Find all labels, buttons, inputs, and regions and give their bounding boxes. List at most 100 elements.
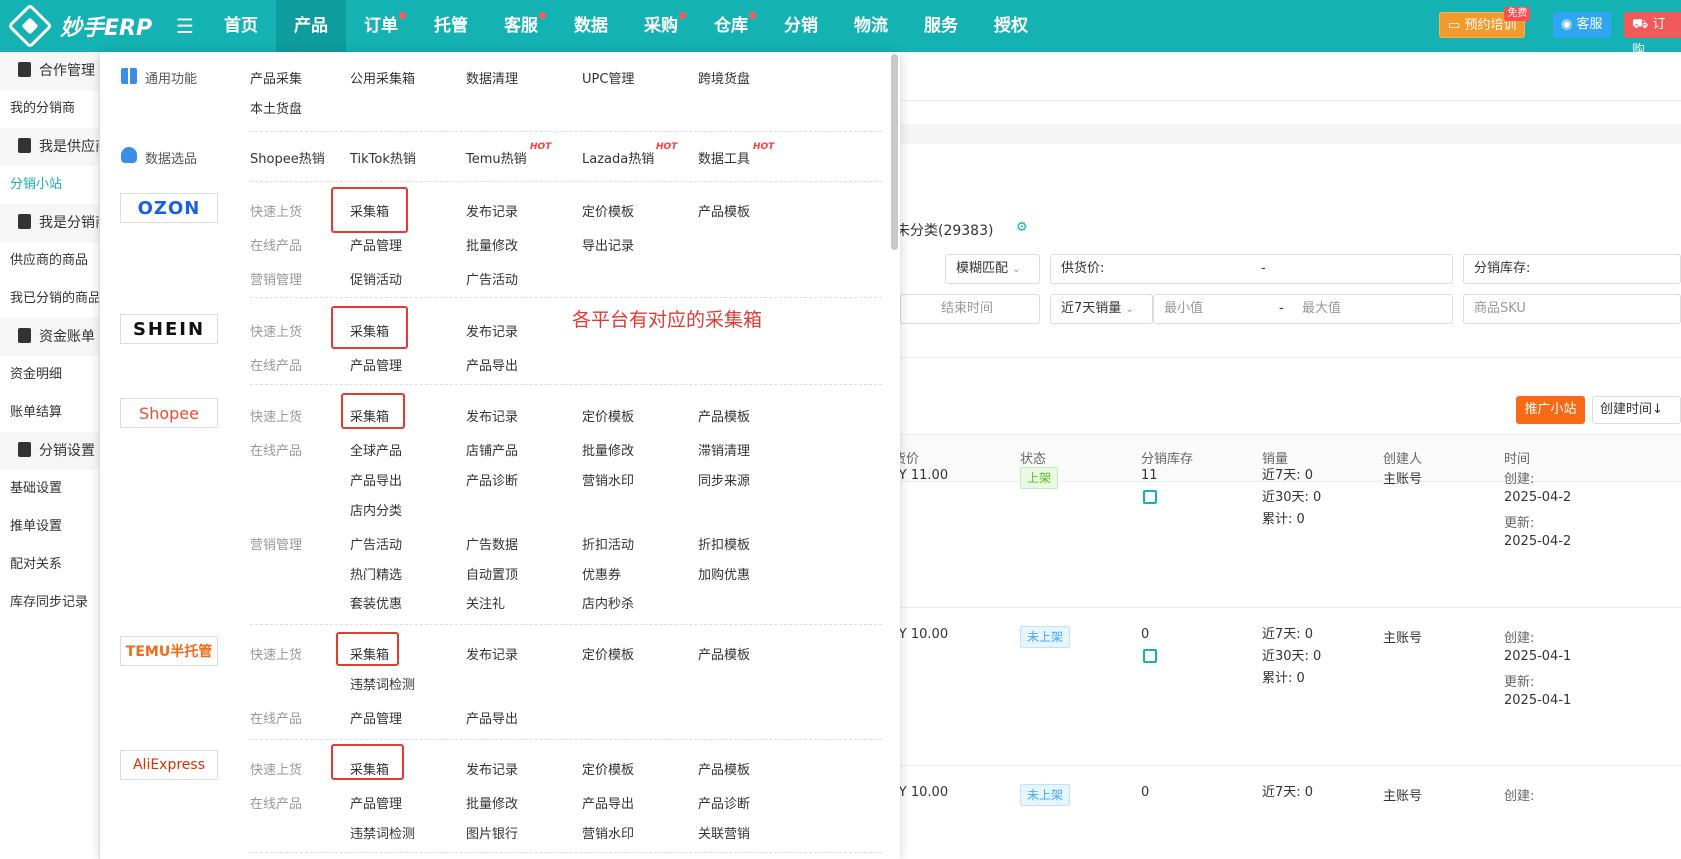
edit-stock-icon[interactable] [1143, 490, 1157, 504]
aliexpress-online_items-1[interactable]: 批量修改 [466, 793, 518, 812]
distribution-stock-range[interactable]: 分销库存: [1463, 254, 1681, 284]
temu-quick_items-1[interactable]: 发布记录 [466, 644, 518, 663]
ozon-marketing_items-0[interactable]: 促销活动 [350, 269, 402, 288]
supply-price-range[interactable]: 供货价: - [1050, 254, 1453, 284]
nav-item-10[interactable]: 服务 [906, 0, 976, 52]
sidebar-item-13[interactable]: 配对关系 [0, 546, 99, 584]
general-item-1[interactable]: 公用采集箱 [350, 68, 415, 87]
sidebar-section-2[interactable]: 我是供应商 [0, 128, 99, 166]
shopee-quick_items-2[interactable]: 定价模板 [582, 406, 634, 425]
temu-logo[interactable]: TEMU半托管 [120, 636, 218, 666]
shopee-quick_items-3[interactable]: 产品模板 [698, 406, 750, 425]
aliexpress-online_items-2[interactable]: 产品导出 [582, 793, 634, 812]
ozon-quick_items-2[interactable]: 定价模板 [582, 201, 634, 220]
shopee-online_items-7[interactable]: 同步来源 [698, 470, 750, 489]
sort-select[interactable]: 创建时间↓ [1592, 396, 1681, 424]
ozon-quick_items-3[interactable]: 产品模板 [698, 201, 750, 220]
ozon-marketing_items-1[interactable]: 广告活动 [466, 269, 518, 288]
shein-online_items-1[interactable]: 产品导出 [466, 355, 518, 374]
sidebar-item-3[interactable]: 分销小站 [0, 166, 99, 204]
promote-station-button[interactable]: 推广小站 [1516, 396, 1585, 424]
shopee-marketing_items-8[interactable]: 套装优惠 [350, 593, 402, 612]
nav-item-11[interactable]: 授权 [976, 0, 1046, 52]
shein-quick_items-1[interactable]: 发布记录 [466, 321, 518, 340]
category-uncategorized[interactable]: 未分类(29383) [896, 220, 993, 240]
data-item-4[interactable]: 数据工具 [698, 148, 750, 167]
shopee-online_items-8[interactable]: 店内分类 [350, 500, 402, 519]
shopee-marketing_items-10[interactable]: 店内秒杀 [582, 593, 634, 612]
ozon-online_items-0[interactable]: 产品管理 [350, 235, 402, 254]
nav-item-8[interactable]: 分销 [766, 0, 836, 52]
data-item-3[interactable]: Lazada热销 [582, 148, 654, 167]
aliexpress-online_items-7[interactable]: 关联营销 [698, 823, 750, 842]
nav-item-7[interactable]: 仓库 [696, 0, 766, 52]
end-time-input[interactable]: 结束时间 [900, 294, 1040, 324]
general-item-5[interactable]: 本土货盘 [250, 98, 302, 117]
sidebar-item-14[interactable]: 库存同步记录 [0, 584, 99, 622]
sidebar-item-5[interactable]: 供应商的商品 [0, 242, 99, 280]
data-item-2[interactable]: Temu热销 [466, 148, 527, 167]
ozon-online_items-1[interactable]: 批量修改 [466, 235, 518, 254]
shopee-online_items-1[interactable]: 店铺产品 [466, 440, 518, 459]
shopee-quick_items-1[interactable]: 发布记录 [466, 406, 518, 425]
aliexpress-quick_items-2[interactable]: 定价模板 [582, 759, 634, 778]
general-item-0[interactable]: 产品采集 [250, 68, 302, 87]
shopee-marketing_items-1[interactable]: 广告数据 [466, 534, 518, 553]
shopee-logo[interactable]: Shopee [120, 398, 218, 428]
training-button[interactable]: ▭ 预约培训 免费 [1439, 7, 1531, 38]
nav-item-5[interactable]: 数据 [556, 0, 626, 52]
sidebar-item-6[interactable]: 我已分销的商品 [0, 280, 99, 318]
shein-logo[interactable]: SHEIN [120, 314, 218, 344]
general-item-4[interactable]: 跨境货盘 [698, 68, 750, 87]
shopee-online_items-0[interactable]: 全球产品 [350, 440, 402, 459]
shopee-marketing_items-5[interactable]: 自动置顶 [466, 564, 518, 583]
sidebar-item-9[interactable]: 账单结算 [0, 394, 99, 432]
aliexpress-online_items-3[interactable]: 产品诊断 [698, 793, 750, 812]
sidebar-section-10[interactable]: 分销设置 [0, 432, 99, 470]
sidebar-item-1[interactable]: 我的分销商 [0, 90, 99, 128]
general-item-3[interactable]: UPC管理 [582, 68, 634, 87]
nav-item-9[interactable]: 物流 [836, 0, 906, 52]
data-item-0[interactable]: Shopee热销 [250, 148, 325, 167]
aliexpress-online_items-5[interactable]: 图片银行 [466, 823, 518, 842]
ozon-logo[interactable]: OZON [120, 193, 218, 223]
shopee-online_items-3[interactable]: 滞销清理 [698, 440, 750, 459]
shopee-online_items-6[interactable]: 营销水印 [582, 470, 634, 489]
shopee-marketing_items-2[interactable]: 折扣活动 [582, 534, 634, 553]
nav-item-4[interactable]: 客服 [486, 0, 556, 52]
shopee-marketing_items-4[interactable]: 热门精选 [350, 564, 402, 583]
aliexpress-quick_items-1[interactable]: 发布记录 [466, 759, 518, 778]
shopee-marketing_items-3[interactable]: 折扣模板 [698, 534, 750, 553]
edit-stock-icon[interactable] [1143, 649, 1157, 663]
sales-period-select[interactable]: 近7天销量 ⌄ [1050, 294, 1153, 324]
aliexpress-online_items-4[interactable]: 违禁词检测 [350, 823, 415, 842]
data-item-1[interactable]: TikTok热销 [350, 148, 416, 167]
sales-range-input[interactable]: 最小值 - 最大值 [1153, 294, 1453, 324]
aliexpress-online_items-0[interactable]: 产品管理 [350, 793, 402, 812]
brand-logo[interactable]: 妙手ERP [0, 3, 170, 49]
aliexpress-quick_items-3[interactable]: 产品模板 [698, 759, 750, 778]
customer-service-button[interactable]: ◉ 客服 [1553, 12, 1611, 38]
temu-online_items-0[interactable]: 产品管理 [350, 708, 402, 727]
temu-quick_items-3[interactable]: 产品模板 [698, 644, 750, 663]
sidebar-section-7[interactable]: 资金账单 [0, 318, 99, 356]
shein-online_items-0[interactable]: 产品管理 [350, 355, 402, 374]
sidebar-item-8[interactable]: 资金明细 [0, 356, 99, 394]
aliexpress-online_items-6[interactable]: 营销水印 [582, 823, 634, 842]
shopee-marketing_items-7[interactable]: 加购优惠 [698, 564, 750, 583]
temu-online_items-1[interactable]: 产品导出 [466, 708, 518, 727]
general-item-2[interactable]: 数据清理 [466, 68, 518, 87]
nav-item-6[interactable]: 采购 [626, 0, 696, 52]
settings-gear-icon[interactable]: ⚙ [1016, 220, 1028, 235]
aliexpress-logo[interactable]: AliExpress [120, 750, 218, 780]
sidebar-item-11[interactable]: 基础设置 [0, 470, 99, 508]
order-button[interactable]: ⛟ 订购 [1624, 12, 1681, 58]
shopee-online_items-5[interactable]: 产品诊断 [466, 470, 518, 489]
hamburger-menu-icon[interactable]: ☰ [170, 14, 200, 38]
ozon-quick_items-1[interactable]: 发布记录 [466, 201, 518, 220]
temu-quick_items-4[interactable]: 违禁词检测 [350, 674, 415, 693]
mega-menu-scrollbar[interactable] [891, 54, 898, 250]
shopee-online_items-4[interactable]: 产品导出 [350, 470, 402, 489]
shopee-marketing_items-0[interactable]: 广告活动 [350, 534, 402, 553]
sidebar-section-0[interactable]: 合作管理 [0, 52, 99, 90]
